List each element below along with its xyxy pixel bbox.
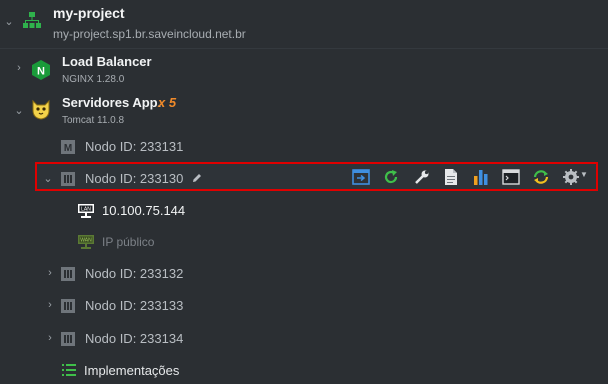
node-icon: [61, 332, 75, 346]
master-node-icon: M: [61, 140, 75, 154]
tomcat-icon: [32, 99, 50, 120]
svg-text:M: M: [64, 143, 72, 154]
open-in-browser-icon[interactable]: [352, 168, 370, 186]
app-servers-name: Servidores App.: [62, 95, 162, 110]
svg-text:N: N: [37, 66, 45, 78]
settings-gear-icon[interactable]: [562, 168, 580, 186]
chevron-down-icon[interactable]: ⌄: [14, 106, 24, 117]
svg-text:WAN: WAN: [80, 238, 92, 244]
deployments-label[interactable]: Implementações: [84, 363, 179, 378]
node-label: Nodo ID: 233134: [85, 331, 184, 346]
node-label: Nodo ID: 233130: [85, 171, 184, 186]
deployments-list-icon: [62, 364, 76, 376]
chevron-right-icon[interactable]: ›: [45, 268, 55, 279]
lan-ip-address[interactable]: 10.100.75.144: [102, 203, 185, 218]
edit-pencil-icon[interactable]: [191, 172, 203, 184]
web-ssh-icon[interactable]: [502, 168, 520, 186]
load-balancer-version: NGINX 1.28.0: [62, 74, 125, 85]
svg-text:LAN: LAN: [81, 207, 91, 213]
node-label: Nodo ID: 233131: [85, 139, 184, 154]
nginx-icon: N: [32, 60, 50, 80]
environment-name[interactable]: my-project: [53, 5, 125, 21]
config-wrench-icon[interactable]: [413, 168, 431, 186]
chevron-right-icon[interactable]: ›: [45, 333, 55, 344]
app-servers-version: Tomcat 11.0.8: [62, 115, 125, 126]
app-servers-count: x 5: [158, 95, 177, 110]
node-icon: [61, 172, 75, 186]
statistics-icon[interactable]: [472, 168, 490, 186]
node-label: Nodo ID: 233132: [85, 266, 184, 281]
divider: [0, 48, 608, 49]
lan-ip-icon: LAN: [78, 204, 94, 218]
chevron-down-icon[interactable]: ⌄: [4, 17, 14, 28]
restart-icon[interactable]: [382, 168, 400, 186]
node-icon: [61, 299, 75, 313]
chevron-right-icon[interactable]: ›: [14, 63, 24, 74]
chevron-right-icon[interactable]: ›: [45, 300, 55, 311]
redeploy-icon[interactable]: [532, 168, 550, 186]
load-balancer-name: Load Balancer: [62, 54, 152, 69]
node-icon: [61, 267, 75, 281]
node-label: Nodo ID: 233133: [85, 298, 184, 313]
chevron-down-icon[interactable]: ⌄: [43, 174, 53, 185]
environment-domain[interactable]: my-project.sp1.br.saveincloud.net.br: [53, 27, 246, 41]
chevron-down-icon[interactable]: ▼: [580, 170, 588, 179]
log-file-icon[interactable]: [442, 168, 460, 186]
public-ip-label[interactable]: IP público: [102, 235, 154, 249]
public-ip-icon: WAN: [78, 235, 94, 249]
environment-icon: [23, 12, 41, 28]
